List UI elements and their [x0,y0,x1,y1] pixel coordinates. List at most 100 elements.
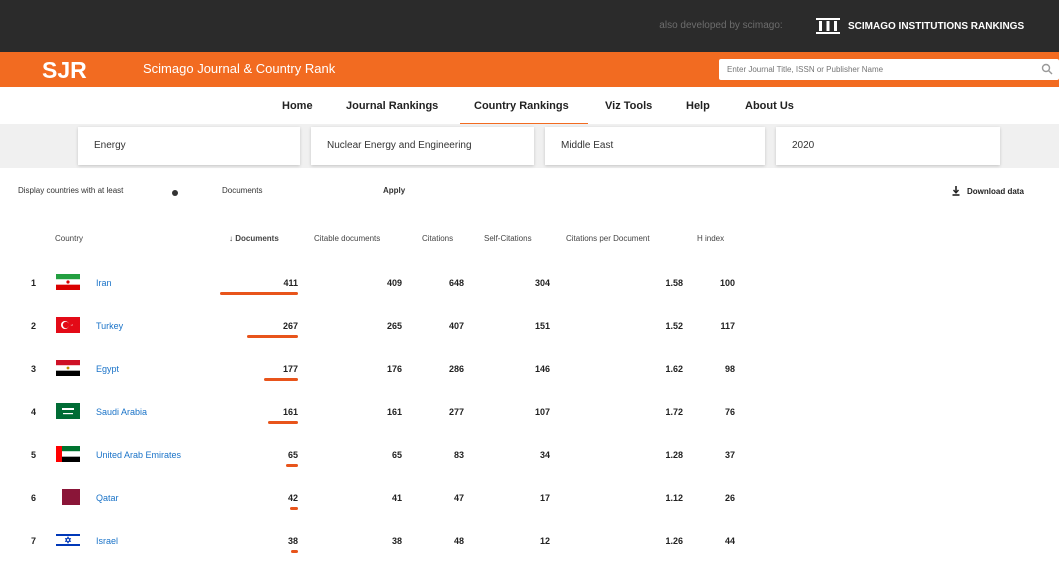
header-documents-label: Documents [235,234,279,243]
download-data-button[interactable]: Download data [952,186,1024,196]
header-h-index[interactable]: H index [697,234,724,243]
site-header: SJR Scimago Journal & Country Rank [0,52,1059,87]
table-row: 1 Iran 411 409 648 304 1.58 100 [0,274,760,322]
table-row: 3 Egypt 177 176 286 146 1.62 98 [0,360,760,408]
header-self-citations[interactable]: Self-Citations [484,234,532,243]
nav-country-rankings[interactable]: Country Rankings [474,100,569,112]
flag-united-arab-emirates-icon [56,446,80,462]
citable-documents-value: 265 [386,321,402,331]
country-link[interactable]: Iran [96,278,112,288]
download-data-label: Download data [967,187,1024,196]
citations-per-document-value: 1.62 [665,364,683,374]
developed-by-text: also developed by scimago: [659,20,783,31]
nav-home[interactable]: Home [282,100,313,112]
citations-value: 48 [453,536,464,546]
table-row: 4 Saudi Arabia 161 161 277 107 1.72 76 [0,403,760,451]
year-dropdown[interactable]: 2020 [776,127,1000,165]
citable-documents-value: 409 [386,278,402,288]
country-link[interactable]: Israel [96,536,118,546]
table-row: 7 Israel 38 38 48 12 1.26 44 [0,532,760,580]
nav-viz-tools[interactable]: Viz Tools [605,100,652,112]
sir-label: SCIMAGO INSTITUTIONS RANKINGS [848,20,1025,32]
citations-value: 286 [448,364,464,374]
h-index-value: 76 [724,407,735,417]
flag-israel-icon [56,532,80,548]
documents-bar [264,378,298,381]
self-citations-value: 17 [539,493,550,503]
subject-category-dropdown[interactable]: Nuclear Energy and Engineering [311,127,534,165]
header-citations-per-document[interactable]: Citations per Document [566,234,650,243]
self-citations-value: 12 [539,536,550,546]
flag-qatar-icon [56,489,80,505]
site-title[interactable]: Scimago Journal & Country Rank [143,61,335,76]
header-documents[interactable]: ↓ Documents [229,234,279,243]
search-icon[interactable] [1041,63,1053,75]
table-row: 5 United Arab Emirates 65 65 83 34 1.28 … [0,446,760,494]
nav-about-us[interactable]: About Us [745,100,794,112]
rank: 4 [31,407,37,417]
flag-iran-icon [56,274,80,290]
documents-value: 411 [283,278,298,288]
self-citations-value: 107 [534,407,550,417]
citable-documents-value: 41 [391,493,402,503]
documents-bar [268,421,298,424]
header-country[interactable]: Country [55,234,83,243]
h-index-value: 100 [719,278,735,288]
sort-desc-icon: ↓ [229,234,233,243]
documents-value: 161 [282,407,298,417]
display-min-label: Display countries with at least [18,186,124,195]
self-citations-value: 34 [539,450,550,460]
country-link[interactable]: Turkey [96,321,123,331]
search-input[interactable] [719,59,1027,80]
citable-documents-value: 161 [386,407,402,417]
header-citable-documents[interactable]: Citable documents [314,234,380,243]
citable-documents-value: 176 [386,364,402,374]
citable-documents-value: 38 [391,536,402,546]
documents-threshold-field[interactable]: Documents [222,186,262,195]
documents-value: 267 [282,321,298,331]
documents-bar [286,464,298,467]
header-citations[interactable]: Citations [422,234,453,243]
rank: 5 [31,450,37,460]
citations-value: 648 [448,278,464,288]
rank: 3 [31,364,37,374]
country-link[interactable]: Saudi Arabia [96,407,147,417]
apply-button[interactable]: Apply [383,186,405,195]
filter-bar: Energy Nuclear Energy and Engineering Mi… [0,124,1059,168]
sjr-logo[interactable]: SJR [42,57,87,84]
documents-value: 177 [282,364,298,374]
self-citations-value: 151 [534,321,550,331]
citations-value: 83 [453,450,464,460]
h-index-value: 26 [724,493,735,503]
documents-bar [290,507,298,510]
self-citations-value: 146 [534,364,550,374]
country-link[interactable]: United Arab Emirates [96,450,181,460]
country-link[interactable]: Egypt [96,364,119,374]
citations-per-document-value: 1.28 [665,450,683,460]
h-index-value: 37 [724,450,735,460]
nav-journal-rankings[interactable]: Journal Rankings [346,100,438,112]
citations-per-document-value: 1.52 [665,321,683,331]
rank: 2 [31,321,37,331]
flag-saudi-arabia-icon [56,403,80,419]
sir-link[interactable]: SCIMAGO INSTITUTIONS RANKINGS [816,14,1024,38]
citations-per-document-value: 1.58 [665,278,683,288]
country-link[interactable]: Qatar [96,493,119,503]
rank: 6 [31,493,37,503]
documents-value: 38 [287,536,298,546]
flag-egypt-icon [56,360,80,376]
h-index-value: 117 [720,321,735,331]
citations-value: 407 [448,321,464,331]
main-nav: Home Journal Rankings Country Rankings V… [0,92,1059,125]
nav-help[interactable]: Help [686,100,710,112]
citable-documents-value: 65 [391,450,402,460]
citations-per-document-value: 1.12 [665,493,683,503]
documents-value: 42 [287,493,298,503]
info-icon[interactable] [172,189,178,197]
h-index-value: 98 [724,364,735,374]
documents-bar [247,335,298,338]
subject-area-dropdown[interactable]: Energy [78,127,300,165]
table-row: 6 Qatar 42 41 47 17 1.12 26 [0,489,760,537]
self-citations-value: 304 [534,278,550,288]
region-dropdown[interactable]: Middle East [545,127,765,165]
